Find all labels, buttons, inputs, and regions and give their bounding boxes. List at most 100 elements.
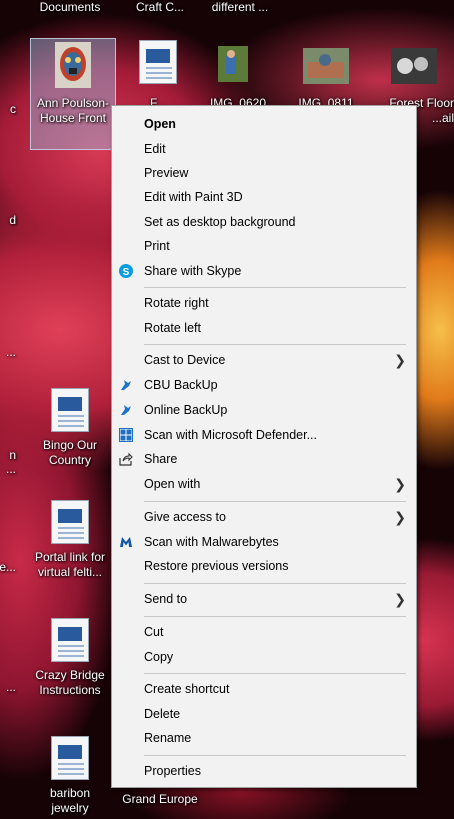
menu-item-properties[interactable]: Properties bbox=[112, 759, 416, 783]
menu-item-label: Cut bbox=[144, 625, 164, 639]
menu-separator bbox=[144, 287, 406, 288]
menu-item-label: Cast to Device bbox=[144, 353, 226, 367]
menu-item-rotate-right[interactable]: Rotate right bbox=[112, 291, 416, 315]
desktop-icon-crazy-bridge[interactable]: Crazy Bridge Instructions bbox=[30, 618, 110, 698]
menu-item-print[interactable]: Print bbox=[112, 234, 416, 258]
edge-fragment-label: e... bbox=[0, 560, 16, 574]
menu-item-label: Rename bbox=[144, 731, 192, 745]
desktop-icon-f-doc[interactable]: F... bbox=[118, 40, 198, 111]
chevron-right-icon: ❯ bbox=[394, 476, 406, 492]
menu-item-label: Preview bbox=[144, 166, 189, 180]
desktop-icon-label: Ann Poulson-House Front bbox=[36, 96, 110, 125]
menu-item-label: Restore previous versions bbox=[144, 559, 289, 573]
desktop-icon-label: baribon jewelry bbox=[49, 786, 91, 815]
menu-item-give-access[interactable]: Give access to ❯ bbox=[112, 505, 416, 529]
document-icon bbox=[50, 500, 90, 544]
document-icon bbox=[138, 40, 178, 84]
svg-text:S: S bbox=[123, 267, 130, 278]
desktop-icon-bingo[interactable]: Bingo Our Country bbox=[30, 388, 110, 468]
skype-icon: S bbox=[118, 263, 134, 279]
menu-item-label: Send to bbox=[144, 592, 188, 606]
menu-item-label: Scan with Microsoft Defender... bbox=[144, 428, 317, 442]
menu-item-open-with[interactable]: Open with ❯ bbox=[112, 472, 416, 496]
edge-fragment: ... bbox=[0, 680, 16, 695]
menu-item-delete[interactable]: Delete bbox=[112, 702, 416, 726]
desktop-icon-label: Craft C... bbox=[135, 0, 184, 14]
desktop-icon-img-0811[interactable]: IMG_0811 bbox=[286, 40, 366, 111]
desktop-icon-label: Grand Europe bbox=[122, 792, 198, 806]
desktop-icon-label: Crazy Bridge Instructions bbox=[35, 668, 105, 697]
context-menu: Open Edit Preview Edit with Paint 3D Set… bbox=[111, 105, 417, 788]
menu-item-preview[interactable]: Preview bbox=[112, 161, 416, 185]
document-icon bbox=[50, 388, 90, 432]
menu-item-label: Online BackUp bbox=[144, 403, 228, 417]
menu-separator bbox=[144, 583, 406, 584]
menu-item-label: Share bbox=[144, 452, 178, 466]
document-icon bbox=[50, 736, 90, 780]
desktop-icon-label: Documents bbox=[39, 0, 101, 14]
chevron-right-icon: ❯ bbox=[394, 591, 406, 607]
desktop-icon-different[interactable]: different ... bbox=[200, 0, 280, 15]
menu-item-label: Create shortcut bbox=[144, 682, 230, 696]
menu-item-label: Delete bbox=[144, 707, 181, 721]
menu-item-share[interactable]: Share bbox=[112, 447, 416, 471]
menu-item-label: CBU BackUp bbox=[144, 378, 218, 392]
menu-item-label: Print bbox=[144, 239, 170, 253]
menu-item-label: Open with bbox=[144, 477, 201, 491]
defender-icon bbox=[118, 427, 134, 443]
desktop-icon-documents[interactable]: Documents bbox=[30, 0, 110, 15]
menu-separator bbox=[144, 501, 406, 502]
menu-item-cbu-backup[interactable]: CBU BackUp bbox=[112, 373, 416, 397]
mask-image-icon bbox=[53, 40, 93, 88]
menu-item-rotate-left[interactable]: Rotate left bbox=[112, 316, 416, 340]
backup-icon bbox=[118, 402, 134, 418]
menu-item-scan-malwarebytes[interactable]: Scan with Malwarebytes bbox=[112, 530, 416, 554]
menu-item-scan-defender[interactable]: Scan with Microsoft Defender... bbox=[112, 423, 416, 447]
edge-fragment-label: c bbox=[10, 102, 16, 116]
desktop-icon-grand-europe[interactable]: Grand Europe bbox=[120, 792, 200, 807]
photo-icon bbox=[303, 40, 349, 84]
desktop-icon-img-0620[interactable]: IMG_0620 bbox=[198, 40, 278, 111]
menu-item-restore-versions[interactable]: Restore previous versions bbox=[112, 554, 416, 578]
edge-fragment-label: n bbox=[9, 448, 16, 462]
backup-icon bbox=[118, 377, 134, 393]
menu-item-label: Edit with Paint 3D bbox=[144, 190, 243, 204]
edge-fragment-label: ... bbox=[5, 680, 16, 694]
menu-item-share-skype[interactable]: S Share with Skype bbox=[112, 259, 416, 283]
edge-fragment: e... bbox=[0, 560, 16, 575]
edge-fragment: ... bbox=[0, 345, 16, 360]
desktop-icon-craft[interactable]: Craft C... bbox=[120, 0, 200, 15]
menu-item-cast-to-device[interactable]: Cast to Device ❯ bbox=[112, 348, 416, 372]
photo-icon bbox=[218, 40, 258, 84]
menu-item-open[interactable]: Open bbox=[112, 112, 416, 136]
menu-item-edit[interactable]: Edit bbox=[112, 137, 416, 161]
menu-item-label: Rotate left bbox=[144, 321, 201, 335]
desktop-icon-baribon[interactable]: baribon jewelry bbox=[30, 736, 110, 816]
menu-item-edit-paint3d[interactable]: Edit with Paint 3D bbox=[112, 185, 416, 209]
menu-item-set-desktop-background[interactable]: Set as desktop background bbox=[112, 210, 416, 234]
menu-item-copy[interactable]: Copy bbox=[112, 645, 416, 669]
edge-fragment: n bbox=[0, 448, 16, 463]
menu-item-send-to[interactable]: Send to ❯ bbox=[112, 587, 416, 611]
menu-item-rename[interactable]: Rename bbox=[112, 726, 416, 750]
desktop-icon-portal-link[interactable]: Portal link for virtual felti... bbox=[30, 500, 110, 580]
edge-fragment-label: d bbox=[9, 213, 16, 227]
menu-item-cut[interactable]: Cut bbox=[112, 620, 416, 644]
edge-fragment-label: ... bbox=[5, 462, 16, 476]
menu-item-label: Copy bbox=[144, 650, 174, 664]
malwarebytes-icon bbox=[118, 534, 134, 550]
menu-item-label: Give access to bbox=[144, 510, 226, 524]
desktop-icon-label: different ... bbox=[211, 0, 269, 14]
menu-item-create-shortcut[interactable]: Create shortcut bbox=[112, 677, 416, 701]
edge-fragment: ... bbox=[0, 462, 16, 477]
desktop-icon-label: Bingo Our Country bbox=[42, 438, 98, 467]
menu-item-label: Scan with Malwarebytes bbox=[144, 535, 279, 549]
desktop-icon-label: Portal link for virtual felti... bbox=[34, 550, 106, 579]
desktop-icon-ann-poulson[interactable]: Ann Poulson-House Front bbox=[33, 40, 113, 126]
chevron-right-icon: ❯ bbox=[394, 352, 406, 368]
edge-fragment: c bbox=[0, 102, 16, 117]
chevron-right-icon: ❯ bbox=[394, 509, 406, 525]
document-icon bbox=[50, 618, 90, 662]
menu-item-online-backup[interactable]: Online BackUp bbox=[112, 398, 416, 422]
edge-fragment: d bbox=[0, 213, 16, 228]
